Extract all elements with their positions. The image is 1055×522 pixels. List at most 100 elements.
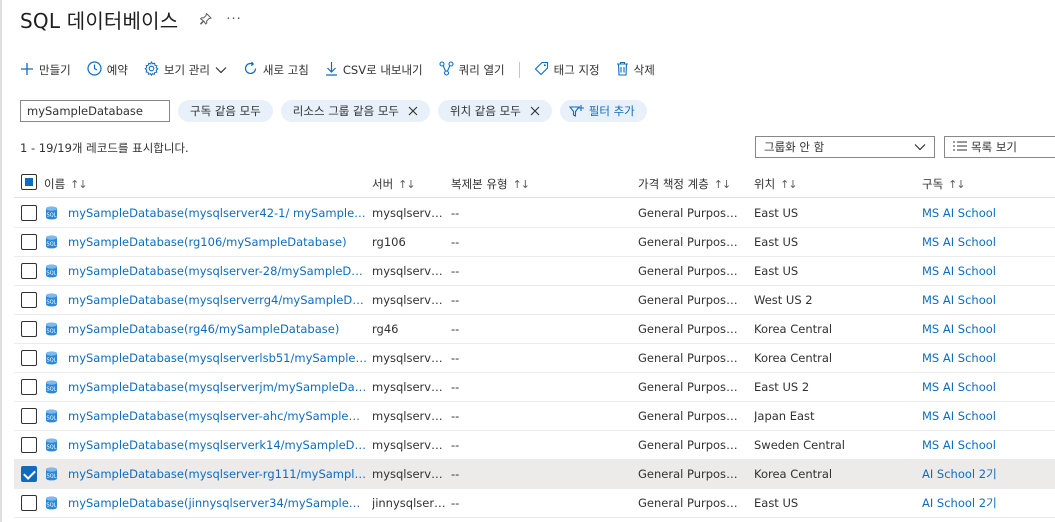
subscription-link[interactable]: MS AI School [922, 315, 1052, 343]
column-header-location[interactable]: 위치 ↑↓ [754, 176, 798, 192]
row-checkbox[interactable] [21, 321, 37, 337]
replica-type-cell: -- [451, 322, 460, 336]
subscription-link[interactable]: MS AI School [922, 373, 1052, 401]
table-row[interactable]: SQL mySampleDatabase(mysqlserver-28/mySa… [14, 257, 1055, 286]
close-icon[interactable] [530, 106, 540, 116]
row-checkbox[interactable] [21, 205, 37, 221]
database-name-link[interactable]: mySampleDatabase(mysqlserver-rg111/mySam… [68, 460, 368, 488]
assign-tags-button[interactable]: 태그 지정 [534, 61, 600, 79]
database-name-link[interactable]: mySampleDatabase(mysqlserverjm/mySampleD… [68, 373, 368, 401]
trash-icon [616, 61, 629, 79]
chevron-down-icon [914, 140, 926, 154]
column-tier-label: 가격 책정 계층 [638, 177, 709, 191]
server-cell: rg46 [372, 322, 399, 336]
database-icon: SQL [45, 409, 58, 426]
select-all-checkbox[interactable] [21, 174, 37, 190]
left-border [0, 0, 2, 522]
replica-type-cell: -- [451, 496, 460, 510]
table-row[interactable]: SQL mySampleDatabase(mysqlserverjm/mySam… [14, 373, 1055, 402]
database-name-link[interactable]: mySampleDatabase(mysqlserverlsb51/mySamp… [68, 344, 368, 372]
row-checkbox[interactable] [21, 350, 37, 366]
column-header-subscription[interactable]: 구독 ↑↓ [922, 176, 966, 192]
list-icon [953, 140, 967, 154]
close-icon[interactable] [408, 106, 418, 116]
open-query-button[interactable]: 쿼리 열기 [439, 61, 505, 79]
database-name-link[interactable]: mySampleDatabase(mysqlserverrg4/mySample… [68, 286, 368, 314]
replica-type-cell: -- [451, 438, 460, 452]
column-header-pricing-tier[interactable]: 가격 책정 계층 ↑↓ [638, 176, 731, 192]
table-row[interactable]: SQL mySampleDatabase(mysqlserverrg4/mySa… [14, 286, 1055, 315]
location-cell: Korea Central [754, 322, 833, 336]
location-cell: East US [754, 235, 799, 249]
refresh-icon [243, 61, 258, 79]
filter-add-icon [568, 104, 585, 118]
column-header-server[interactable]: 서버 ↑↓ [372, 176, 416, 192]
subscription-link[interactable]: MS AI School [922, 257, 1052, 285]
row-checkbox[interactable] [21, 379, 37, 395]
table-row[interactable]: SQL mySampleDatabase(mysqlserver-ahc/myS… [14, 402, 1055, 431]
reservations-label: 예약 [106, 63, 128, 77]
location-cell: East US 2 [754, 380, 810, 394]
server-cell: rg106 [372, 235, 406, 249]
search-input[interactable]: mySampleDatabase [20, 100, 170, 122]
refresh-button[interactable]: 새로 고침 [243, 61, 309, 79]
database-name-link[interactable]: mySampleDatabase(mysqlserver-28/mySample… [68, 257, 368, 285]
subscription-filter-pill[interactable]: 구독 같음 모두 [178, 100, 273, 122]
database-name-link[interactable]: mySampleDatabase(jinnysqlserver34/mySamp… [68, 489, 368, 517]
row-checkbox[interactable] [21, 292, 37, 308]
row-checkbox[interactable] [21, 437, 37, 453]
location-filter-pill[interactable]: 위치 같음 모두 [437, 100, 552, 122]
table-row[interactable]: SQL mySampleDatabase(rg46/mySampleDataba… [14, 315, 1055, 344]
row-checkbox[interactable] [21, 234, 37, 250]
query-icon [439, 61, 454, 79]
export-csv-button[interactable]: CSV로 내보내기 [325, 61, 423, 79]
reservations-button[interactable]: 예약 [87, 61, 128, 79]
sort-icon: ↑↓ [713, 177, 731, 191]
subscription-link[interactable]: MS AI School [922, 228, 1052, 256]
sort-icon: ↑↓ [780, 177, 797, 191]
column-location-label: 위치 [754, 177, 776, 191]
database-name-link[interactable]: mySampleDatabase(mysqlserverk14/mySample… [68, 431, 368, 459]
database-name-link[interactable]: mySampleDatabase(rg46/mySampleDatabase) [68, 315, 368, 343]
row-checkbox[interactable] [21, 495, 37, 511]
table-row[interactable]: SQL mySampleDatabase(mysqlserver-rg111/m… [14, 460, 1055, 489]
tag-icon [534, 61, 549, 79]
replica-type-cell: -- [451, 264, 460, 278]
table-header: 이름 ↑↓ 서버 ↑↓ 복제본 유형 ↑↓ 가격 책정 계층 ↑↓ 위치 ↑↓ … [14, 168, 1055, 198]
table-row[interactable]: SQL mySampleDatabase(mysqlserverk14/mySa… [14, 431, 1055, 460]
resource-group-filter-pill[interactable]: 리소스 그룹 같음 모두 [280, 100, 430, 122]
database-name-link[interactable]: mySampleDatabase(mysqlserver42-1/ mySamp… [68, 199, 368, 227]
column-header-name[interactable]: 이름 ↑↓ [44, 176, 88, 192]
table-row[interactable]: SQL mySampleDatabase(rg106/mySampleDatab… [14, 228, 1055, 257]
column-server-label: 서버 [372, 177, 394, 191]
row-checkbox[interactable] [21, 408, 37, 424]
add-filter-button[interactable]: 필터 추가 [559, 100, 647, 122]
subscription-link[interactable]: MS AI School [922, 402, 1052, 430]
server-cell: mysqlserver… [372, 206, 446, 220]
subscription-link[interactable]: MS AI School [922, 344, 1052, 372]
create-button[interactable]: 만들기 [20, 62, 71, 79]
replica-type-cell: -- [451, 235, 460, 249]
database-name-link[interactable]: mySampleDatabase(mysqlserver-ahc/mySampl… [68, 402, 368, 430]
column-header-replica-type[interactable]: 복제본 유형 ↑↓ [451, 176, 530, 192]
column-replica-label: 복제본 유형 [451, 177, 508, 191]
table-row[interactable]: SQL mySampleDatabase(jinnysqlserver34/my… [14, 489, 1055, 518]
table-row[interactable]: SQL mySampleDatabase(mysqlserver42-1/ my… [14, 199, 1055, 228]
database-name-link[interactable]: mySampleDatabase(rg106/mySampleDatabase) [68, 228, 368, 256]
row-checkbox[interactable] [21, 263, 37, 279]
subscription-link[interactable]: AI School 2기 [922, 460, 1052, 488]
subscription-link[interactable]: MS AI School [922, 199, 1052, 227]
pin-icon[interactable] [200, 13, 213, 25]
subscription-link[interactable]: MS AI School [922, 431, 1052, 459]
server-cell: mysqlserver… [372, 438, 446, 452]
delete-button[interactable]: 삭제 [616, 61, 655, 79]
more-options-icon[interactable]: ··· [226, 12, 241, 27]
row-checkbox[interactable] [21, 466, 37, 482]
subscription-link[interactable]: MS AI School [922, 286, 1052, 314]
page-title: SQL 데이터베이스 [20, 8, 179, 33]
table-row[interactable]: SQL mySampleDatabase(mysqlserverlsb51/my… [14, 344, 1055, 373]
subscription-link[interactable]: AI School 2기 [922, 489, 1052, 517]
manage-view-button[interactable]: 보기 관리 [144, 60, 227, 79]
view-mode-dropdown[interactable]: 목록 보기 [944, 136, 1055, 158]
group-by-dropdown[interactable]: 그룹화 안 함 [755, 136, 935, 158]
